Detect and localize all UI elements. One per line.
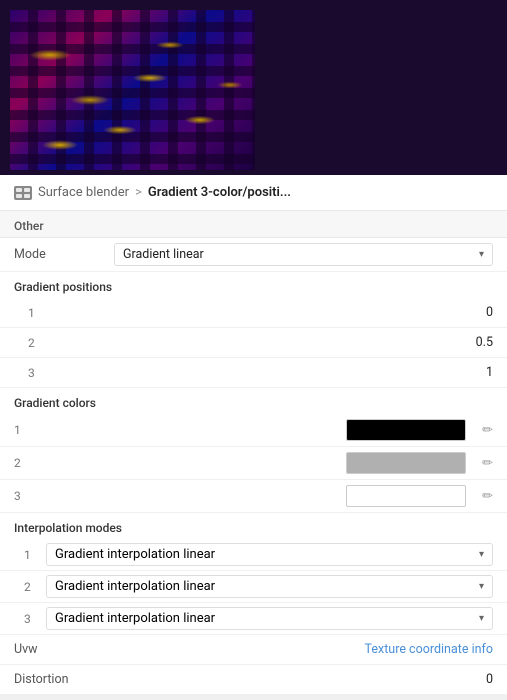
uvw-row: Uvw Texture coordinate info: [0, 635, 507, 665]
position-index-2: 2: [28, 336, 48, 350]
interp-select-1[interactable]: Gradient interpolation linear ▾: [46, 543, 493, 566]
distortion-value: 0: [486, 672, 493, 687]
position-value-3: 1: [48, 365, 493, 380]
color-edit-icon-2[interactable]: ✏: [482, 456, 493, 471]
distortion-label: Distortion: [14, 672, 114, 687]
node-icon: [14, 186, 32, 200]
interp-value-2: Gradient interpolation linear: [55, 579, 215, 594]
texture-preview: [10, 10, 255, 170]
uvw-link[interactable]: Texture coordinate info: [365, 642, 493, 657]
gradient-colors-label: Gradient colors: [0, 388, 507, 414]
interpolation-modes-label: Interpolation modes: [0, 513, 507, 539]
position-index-3: 3: [28, 366, 48, 380]
mode-dropdown-arrow: ▾: [479, 249, 484, 260]
breadcrumb-separator: >: [135, 185, 142, 200]
color-row-2: 2 ✏: [0, 447, 507, 480]
distortion-row: Distortion 0: [0, 665, 507, 695]
gradient-position-row-3: 3 1: [0, 358, 507, 388]
color-edit-icon-3[interactable]: ✏: [482, 489, 493, 504]
mode-select[interactable]: Gradient linear ▾: [114, 243, 493, 266]
color-edit-icon-1[interactable]: ✏: [482, 423, 493, 438]
color-index-1: 1: [14, 423, 34, 437]
interp-value-3: Gradient interpolation linear: [55, 611, 215, 626]
gradient-position-row-2: 2 0.5: [0, 328, 507, 358]
position-value-2: 0.5: [48, 335, 493, 350]
mode-row: Mode Gradient linear ▾: [0, 238, 507, 272]
breadcrumb-parent[interactable]: Surface blender: [38, 185, 129, 200]
color-index-2: 2: [14, 456, 34, 470]
interp-arrow-1: ▾: [479, 549, 484, 560]
interp-row-3: 3 Gradient interpolation linear ▾: [0, 603, 507, 635]
interp-select-3[interactable]: Gradient interpolation linear ▾: [46, 607, 493, 630]
preview-area: [0, 0, 507, 175]
interp-arrow-2: ▾: [479, 581, 484, 592]
mode-select-value: Gradient linear: [123, 247, 204, 262]
breadcrumb: Surface blender > Gradient 3-color/posit…: [0, 175, 507, 211]
gradient-position-row-1: 1 0: [0, 298, 507, 328]
interp-arrow-3: ▾: [479, 613, 484, 624]
position-index-1: 1: [28, 306, 48, 320]
interp-row-2: 2 Gradient interpolation linear ▾: [0, 571, 507, 603]
gradient-positions-label: Gradient positions: [0, 272, 507, 298]
uvw-label: Uvw: [14, 642, 114, 657]
color-row-1: 1 ✏: [0, 414, 507, 447]
mode-label: Mode: [14, 247, 114, 262]
color-swatch-2[interactable]: [346, 452, 466, 474]
interp-index-1: 1: [24, 548, 38, 562]
breadcrumb-current: Gradient 3-color/positi...: [148, 185, 291, 200]
interp-value-1: Gradient interpolation linear: [55, 547, 215, 562]
interp-index-2: 2: [24, 580, 38, 594]
section-other-header: Other: [0, 211, 507, 238]
interp-row-1: 1 Gradient interpolation linear ▾: [0, 539, 507, 571]
position-value-1: 0: [48, 305, 493, 320]
interp-index-3: 3: [24, 612, 38, 626]
color-row-3: 3 ✏: [0, 480, 507, 513]
color-swatch-1[interactable]: [346, 419, 466, 441]
interp-select-2[interactable]: Gradient interpolation linear ▾: [46, 575, 493, 598]
color-index-3: 3: [14, 489, 34, 503]
properties-panel: Surface blender > Gradient 3-color/posit…: [0, 175, 507, 695]
color-swatch-3[interactable]: [346, 485, 466, 507]
